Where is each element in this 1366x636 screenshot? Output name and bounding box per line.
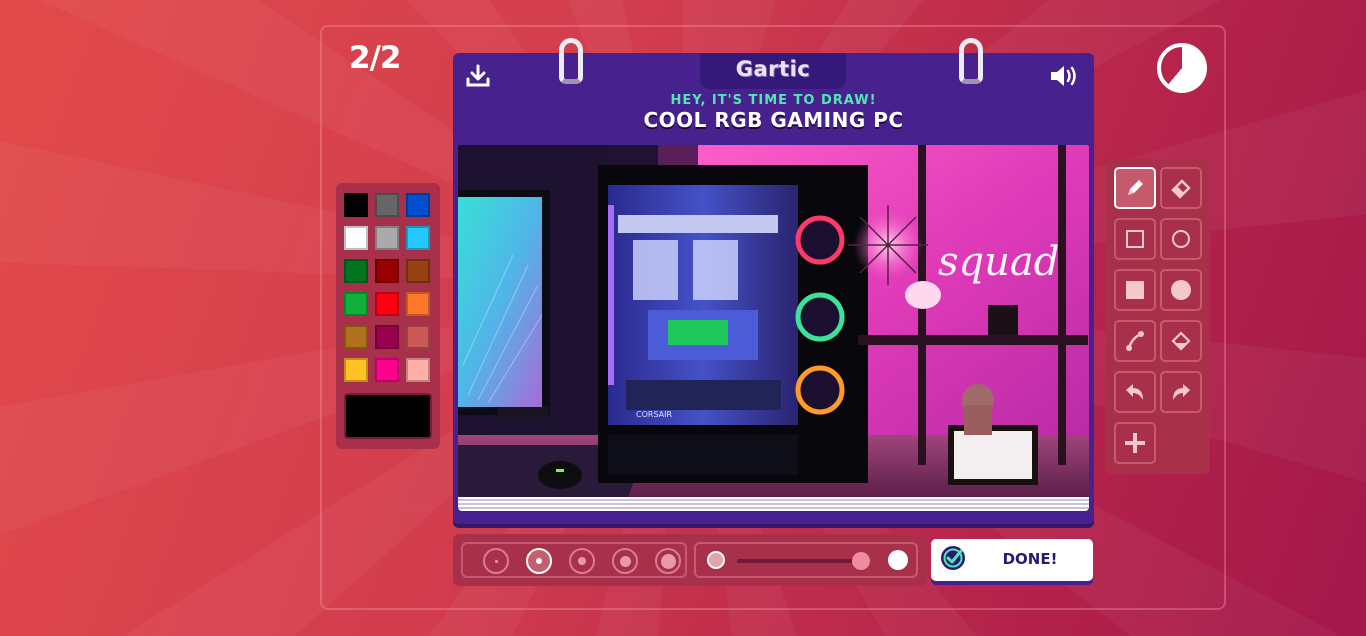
- tools-panel: [1106, 159, 1210, 474]
- draw-prompt-subtitle: HEY, IT'S TIME TO DRAW!: [670, 93, 877, 108]
- rectangle-outline-tool[interactable]: [1114, 218, 1156, 260]
- redo-tool[interactable]: [1160, 371, 1202, 413]
- rectangle-fill-tool[interactable]: [1114, 269, 1156, 311]
- opacity-slider-handle[interactable]: [851, 552, 870, 570]
- brush-size-2[interactable]: [526, 548, 552, 574]
- color-swatch[interactable]: [406, 259, 430, 283]
- color-swatch[interactable]: [375, 193, 399, 217]
- color-swatch[interactable]: [375, 325, 399, 349]
- brush-size-1[interactable]: [483, 548, 509, 574]
- fill-bucket-tool[interactable]: [1160, 320, 1202, 362]
- color-swatch[interactable]: [406, 193, 430, 217]
- brush-size-3[interactable]: [569, 548, 595, 574]
- line-tool[interactable]: [1114, 320, 1156, 362]
- opacity-control: [694, 542, 918, 578]
- drawing-card: Gartic HEY, IT'S TIME TO DRAW! COOL RGB …: [453, 38, 1094, 524]
- undo-icon: [1126, 384, 1143, 400]
- check-badge-icon: [941, 546, 965, 570]
- eraser-tool[interactable]: [1160, 167, 1202, 209]
- color-swatch[interactable]: [406, 226, 430, 250]
- color-swatch[interactable]: [375, 292, 399, 316]
- pencil-tool[interactable]: [1114, 167, 1156, 209]
- opacity-high-icon: [888, 550, 908, 570]
- color-swatch[interactable]: [375, 259, 399, 283]
- circle-filled-icon: [1171, 280, 1191, 300]
- color-swatch[interactable]: [344, 292, 368, 316]
- color-palette: [336, 183, 440, 449]
- opacity-low-icon: [707, 551, 725, 569]
- brush-size-5[interactable]: [655, 548, 681, 574]
- color-swatch[interactable]: [375, 358, 399, 382]
- square-outline-icon: [1126, 230, 1144, 248]
- case-brand-text: CORSAIR: [636, 410, 673, 419]
- add-layer-tool[interactable]: [1114, 422, 1156, 464]
- brush-size-selector: [461, 542, 687, 578]
- color-swatch[interactable]: [406, 292, 430, 316]
- round-counter: 2/2: [349, 40, 401, 76]
- volume-icon[interactable]: [1049, 63, 1081, 89]
- color-swatch[interactable]: [344, 226, 368, 250]
- color-swatch[interactable]: [344, 259, 368, 283]
- square-filled-icon: [1126, 281, 1144, 299]
- color-swatch[interactable]: [344, 358, 368, 382]
- bucket-icon: [1171, 331, 1191, 351]
- page-stack: [458, 497, 1089, 511]
- line-icon: [1126, 331, 1144, 351]
- redo-icon: [1173, 384, 1190, 400]
- done-button[interactable]: DONE!: [931, 539, 1093, 581]
- timer-icon: [1157, 43, 1207, 93]
- download-icon[interactable]: [465, 63, 491, 89]
- brush-controls: [453, 534, 927, 586]
- ellipse-outline-tool[interactable]: [1160, 218, 1202, 260]
- gartic-logo: Gartic: [735, 57, 811, 81]
- pencil-icon: [1128, 180, 1143, 195]
- drawing-handwriting: squad: [938, 239, 1059, 285]
- opacity-slider-track[interactable]: [737, 559, 867, 563]
- binder-ring-left: [559, 38, 583, 84]
- brush-size-4[interactable]: [612, 548, 638, 574]
- drawing-canvas[interactable]: CORSAIR squad: [458, 145, 1089, 497]
- logo-tab: Gartic: [700, 53, 846, 89]
- color-swatch[interactable]: [406, 358, 430, 382]
- current-color-swatch: [344, 393, 432, 439]
- canvas-image: CORSAIR squad: [458, 145, 1089, 497]
- draw-prompt-title: COOL RGB GAMING PC: [643, 108, 904, 132]
- opacity-slider-fill: [737, 559, 861, 563]
- undo-tool[interactable]: [1114, 371, 1156, 413]
- eraser-icon: [1171, 179, 1191, 199]
- color-swatch[interactable]: [406, 325, 430, 349]
- color-swatch[interactable]: [344, 325, 368, 349]
- color-swatch[interactable]: [375, 226, 399, 250]
- circle-outline-icon: [1172, 230, 1190, 248]
- binder-ring-right: [959, 38, 983, 84]
- done-button-label: DONE!: [1002, 550, 1058, 568]
- color-swatch[interactable]: [344, 193, 368, 217]
- ellipse-fill-tool[interactable]: [1160, 269, 1202, 311]
- plus-icon: [1125, 433, 1145, 453]
